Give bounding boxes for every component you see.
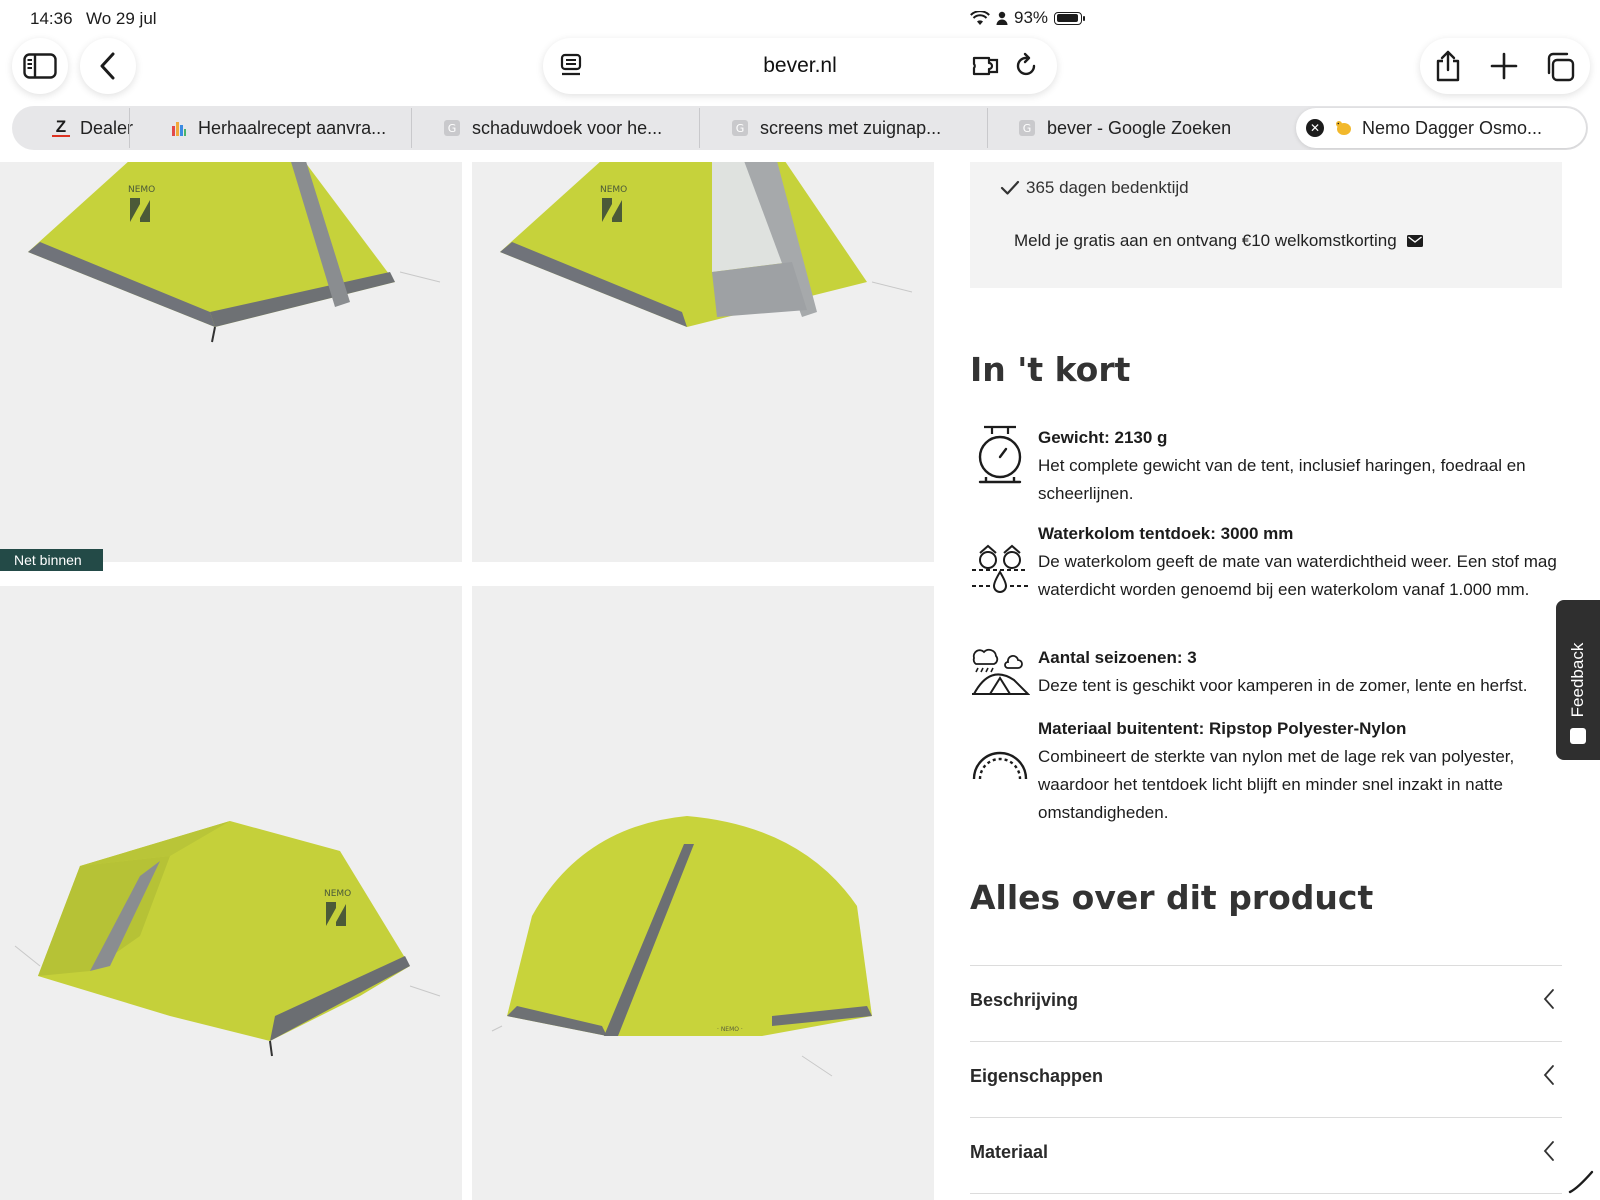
product-image-1[interactable]: NEMO bbox=[0, 162, 462, 562]
return-policy-text: 365 dagen bedenktijd bbox=[1026, 178, 1189, 197]
sidebar-toggle-button[interactable] bbox=[12, 38, 68, 94]
tent-image: NEMO bbox=[14, 821, 441, 1057]
about-title: Alles over dit product bbox=[970, 878, 1374, 917]
new-tab-icon[interactable] bbox=[1490, 52, 1518, 85]
feature-text: Het complete gewicht van de tent, inclus… bbox=[1038, 456, 1526, 503]
tab-label: Nemo Dagger Osmo... bbox=[1362, 117, 1543, 138]
svg-text:NEMO: NEMO bbox=[324, 889, 351, 899]
tab-overview-icon[interactable] bbox=[1544, 51, 1576, 88]
chevron-left-icon bbox=[1543, 989, 1554, 1009]
google-icon: G bbox=[1019, 120, 1035, 136]
google-icon: G bbox=[444, 120, 460, 136]
person-icon bbox=[996, 11, 1008, 25]
toolbar-actions bbox=[1420, 38, 1590, 94]
sidebar-icon bbox=[23, 53, 57, 79]
accordion-label: Materiaal bbox=[970, 1142, 1049, 1162]
product-image-4[interactable]: · NEMO · bbox=[472, 586, 934, 1200]
product-image-2[interactable]: NEMO bbox=[472, 162, 934, 562]
chevron-left-icon bbox=[1543, 1065, 1554, 1085]
accordion-label: Beschrijving bbox=[970, 990, 1079, 1010]
tab-label: schaduwdoek voor he... bbox=[472, 117, 663, 138]
wifi-icon bbox=[970, 10, 990, 25]
feature-title: Materiaal buitentent: Ripstop Polyester-… bbox=[1038, 719, 1407, 738]
tab-bever-google[interactable]: G bever - Google Zoeken bbox=[1019, 106, 1274, 150]
accordion-beschrijving[interactable]: Beschrijving bbox=[970, 966, 1562, 1041]
svg-text:NEMO: NEMO bbox=[600, 185, 627, 195]
feature-title: Aantal seizoenen: 3 bbox=[1038, 648, 1197, 667]
status-time: 14:36 bbox=[30, 9, 73, 28]
product-gallery: NEMO NEMO Net binnen NEMO · NEMO · bbox=[0, 162, 935, 1200]
chevron-left-icon bbox=[100, 52, 115, 80]
tab-bar: Z Dealer Herhaalrecept aanvra... G schad… bbox=[12, 106, 1588, 150]
battery-icon bbox=[1054, 11, 1086, 25]
feedback-label: Feedback bbox=[1568, 642, 1587, 718]
scroll-indicator-icon bbox=[1568, 1170, 1594, 1194]
tab-screens[interactable]: G screens met zuignap... bbox=[732, 106, 987, 150]
extension-icon[interactable] bbox=[971, 52, 1001, 85]
feature-weight: Gewicht: 2130 g Het complete gewicht van … bbox=[970, 424, 1562, 508]
water-column-icon bbox=[970, 542, 1030, 606]
back-button[interactable] bbox=[80, 38, 136, 94]
tent-image: · NEMO · bbox=[491, 816, 872, 1077]
accordion-label: Eigenschappen bbox=[970, 1066, 1104, 1086]
newsletter-signup-link[interactable]: Meld je gratis aan en ontvang €10 welkom… bbox=[1014, 231, 1423, 251]
feature-text: De waterkolom geeft de mate van waterdic… bbox=[1038, 552, 1557, 599]
checkmark-icon bbox=[1000, 180, 1020, 195]
google-icon: G bbox=[732, 120, 748, 136]
mail-icon bbox=[1406, 235, 1423, 247]
feature-water-column: Waterkolom tentdoek: 3000 mm De waterkolo… bbox=[970, 520, 1562, 632]
feature-title: Waterkolom tentdoek: 3000 mm bbox=[1038, 524, 1294, 543]
newsletter-text: Meld je gratis aan en ontvang €10 welkom… bbox=[1014, 231, 1397, 250]
status-bar: 14:36 Wo 29 jul 93% bbox=[0, 0, 1600, 36]
chart-icon bbox=[172, 120, 186, 136]
tab-label: Herhaalrecept aanvra... bbox=[198, 117, 387, 138]
address-bar[interactable]: bever.nl bbox=[543, 38, 1057, 94]
tab-nemo-dagger[interactable]: ✕ Nemo Dagger Osmo... bbox=[1296, 108, 1586, 148]
tab-label: Dealer bbox=[80, 117, 134, 138]
tab-schaduwdoek[interactable]: G schaduwdoek voor he... bbox=[444, 106, 699, 150]
accordion-eigenschappen[interactable]: Eigenschappen bbox=[970, 1042, 1562, 1117]
new-arrival-badge: Net binnen bbox=[0, 549, 103, 571]
svg-text:NEMO: NEMO bbox=[128, 185, 155, 195]
feature-text: Deze tent is geschikt voor kamperen in d… bbox=[1038, 676, 1528, 695]
product-image-3[interactable]: NEMO bbox=[0, 586, 462, 1200]
feedback-smiley-icon bbox=[1570, 728, 1586, 744]
close-tab-icon[interactable]: ✕ bbox=[1306, 119, 1324, 137]
svg-text:· NEMO ·: · NEMO · bbox=[717, 1026, 743, 1033]
feature-text: Combineert de sterkte van nylon met de l… bbox=[1038, 747, 1515, 822]
tent-image: NEMO bbox=[500, 162, 913, 327]
browser-toolbar: bever.nl bbox=[0, 36, 1600, 106]
summary-title: In 't kort bbox=[970, 350, 1131, 389]
bever-icon bbox=[1334, 119, 1352, 137]
return-policy: 365 dagen bedenktijd bbox=[1000, 178, 1189, 198]
tent-image: NEMO bbox=[28, 162, 441, 343]
feature-material: Materiaal buitentent: Ripstop Polyester-… bbox=[970, 715, 1562, 827]
scale-icon bbox=[970, 424, 1030, 488]
status-right: 93% bbox=[970, 8, 1562, 28]
seasons-icon bbox=[970, 644, 1031, 708]
battery-percentage: 93% bbox=[1014, 8, 1049, 27]
feature-title: Gewicht: 2130 g bbox=[1038, 428, 1168, 447]
accordion-materiaal[interactable]: Materiaal bbox=[970, 1118, 1562, 1193]
fabric-arc-icon bbox=[970, 745, 1030, 809]
z-icon: Z bbox=[52, 117, 70, 137]
tab-herhaalrecept[interactable]: Herhaalrecept aanvra... bbox=[172, 106, 412, 150]
chevron-left-icon bbox=[1543, 1141, 1554, 1161]
reload-icon[interactable] bbox=[1013, 52, 1039, 85]
tab-label: bever - Google Zoeken bbox=[1047, 117, 1232, 138]
benefits-panel: 365 dagen bedenktijd Meld je gratis aan … bbox=[970, 162, 1562, 288]
feature-seasons: Aantal seizoenen: 3 Deze tent is geschikt… bbox=[970, 644, 1562, 704]
share-icon[interactable] bbox=[1434, 50, 1462, 87]
tab-label: screens met zuignap... bbox=[760, 117, 942, 138]
status-date: Wo 29 jul bbox=[86, 9, 157, 28]
feedback-tab[interactable]: Feedback bbox=[1556, 600, 1600, 760]
